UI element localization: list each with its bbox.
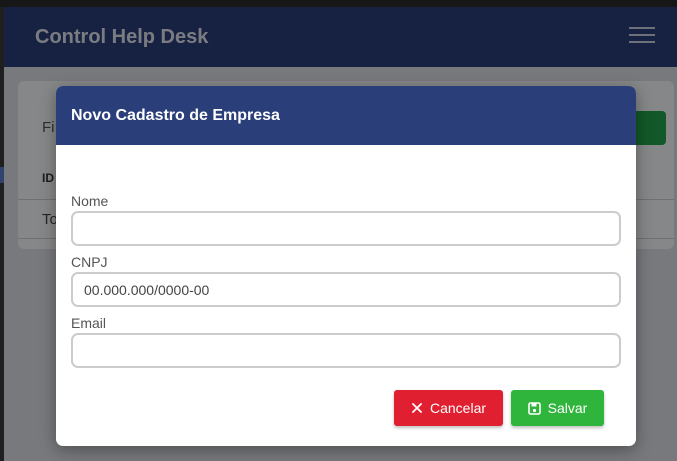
nome-input[interactable] [71,211,621,246]
nome-field-group: Nome [71,193,621,246]
cnpj-field-group: CNPJ [71,254,621,307]
nome-label: Nome [71,193,109,209]
email-input[interactable] [71,333,621,368]
company-form: Nome CNPJ Email [71,193,621,368]
save-button-label: Salvar [547,400,588,416]
modal-actions: Cancelar Salvar [394,390,604,426]
email-label: Email [71,315,107,331]
modal-header: Novo Cadastro de Empresa [56,86,636,145]
cancel-button[interactable]: Cancelar [394,390,503,426]
email-field-group: Email [71,315,621,368]
save-button[interactable]: Salvar [511,390,604,426]
cancel-button-label: Cancelar [429,400,487,416]
close-icon [411,402,423,414]
save-icon [527,401,541,415]
new-company-modal: Novo Cadastro de Empresa Nome CNPJ Email… [56,86,636,446]
cnpj-input[interactable] [71,272,621,307]
modal-title: Novo Cadastro de Empresa [71,106,280,124]
cnpj-label: CNPJ [71,254,108,270]
